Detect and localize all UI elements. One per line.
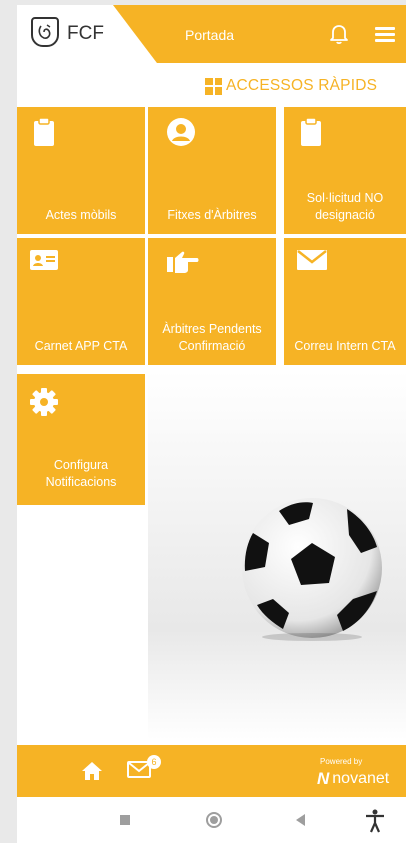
hand-pointing-icon (166, 248, 199, 278)
fcf-logo-icon[interactable] (31, 17, 59, 47)
tile-correu-intern-cta[interactable]: Correu Intern CTA (284, 238, 406, 365)
user-circle-icon (166, 117, 196, 147)
id-card-icon (29, 248, 59, 278)
envelope-icon (296, 248, 327, 278)
hamburger-menu-icon[interactable] (375, 27, 395, 43)
soccer-ball-image (239, 495, 385, 641)
tile-label: Actes mòbils (45, 208, 117, 222)
tile-label: Sol·licitud NO designació (306, 191, 384, 222)
vendor-logo: N novanet (317, 769, 389, 789)
system-navigation-bar (17, 800, 406, 843)
back-icon[interactable] (296, 814, 305, 826)
tile-fitxes-arbitres[interactable]: Fitxes d'Àrbitres (148, 107, 276, 234)
home-icon[interactable] (81, 761, 103, 781)
tile-label: Fitxes d'Àrbitres (167, 208, 257, 222)
bell-icon[interactable] (329, 23, 349, 45)
quick-access-title: ACCESSOS RÀPIDS (226, 77, 378, 94)
powered-by-label: Powered by (320, 757, 363, 766)
recent-apps-icon[interactable] (120, 815, 130, 825)
brand-name: FCF (67, 23, 104, 44)
gear-icon (29, 388, 59, 418)
tile-label: Àrbitres Pendents Confirmació (162, 322, 262, 353)
grid-icon (205, 77, 222, 95)
accessibility-icon[interactable] (365, 809, 385, 833)
header-bar (113, 5, 406, 63)
quick-access-heading: ACCESSOS RÀPIDS (205, 75, 377, 97)
tile-configura-notificacions[interactable]: Configura Notificacions (17, 374, 145, 505)
app-header: FCF Portada (17, 5, 406, 63)
novanet-mark-icon: N (317, 769, 330, 788)
clipboard-icon (296, 117, 326, 147)
page-title: Portada (185, 27, 235, 43)
clipboard-icon (29, 117, 59, 147)
vendor-name: novanet (332, 770, 390, 787)
mail-count-badge: 6 (147, 755, 161, 769)
tile-sollicitud-no-designacio[interactable]: Sol·licitud NO designació (284, 107, 406, 234)
bottom-bar: 6 Powered by N novanet (17, 745, 406, 797)
app-screen: FCF Portada ACCESSOS RÀPIDS Actes mòbils… (17, 5, 406, 800)
tile-arbitres-pendents[interactable]: Àrbitres Pendents Confirmació (148, 238, 276, 365)
tile-label: Carnet APP CTA (34, 339, 128, 353)
home-button-icon[interactable] (206, 812, 222, 828)
tile-label: Correu Intern CTA (294, 339, 396, 353)
tile-label: Configura Notificacions (45, 458, 117, 489)
tile-actes-mobils[interactable]: Actes mòbils (17, 107, 145, 234)
tile-carnet-app-cta[interactable]: Carnet APP CTA (17, 238, 145, 365)
